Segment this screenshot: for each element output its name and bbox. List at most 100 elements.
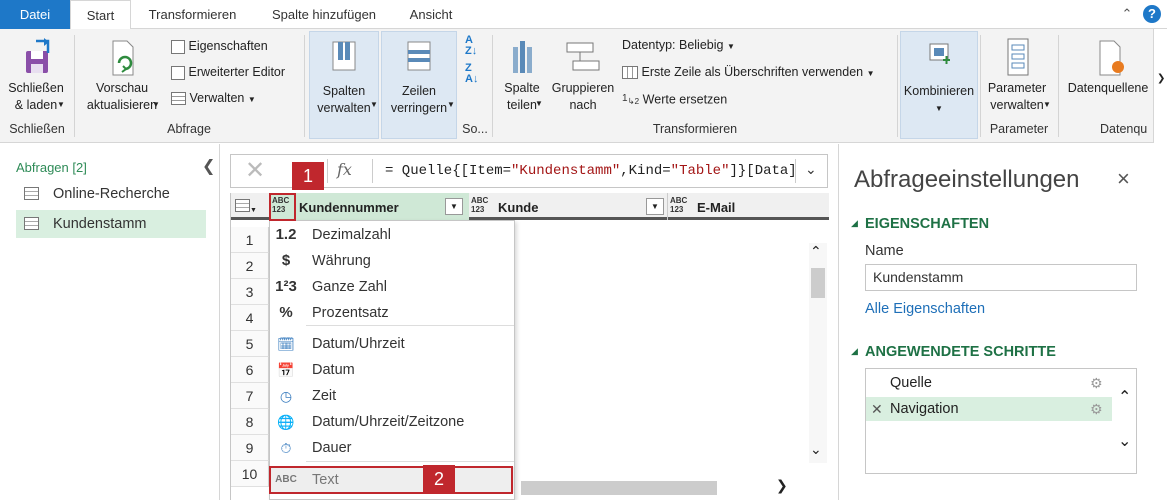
dropdown-arrow-icon: ▼: [1043, 100, 1051, 109]
name-input[interactable]: Kundenstamm: [865, 264, 1137, 291]
datatype-menu: 1.2 Dezimalzahl $ Währung 1²3 Ganze Zahl% Proz…: [269, 220, 515, 500]
ribbon-scroll[interactable]: ❯: [1153, 29, 1167, 143]
column-header-kunde[interactable]: ABC 123 Kunde ▼: [469, 193, 667, 220]
row-number[interactable]: 9: [231, 435, 269, 461]
type-icon[interactable]: ABC 123: [670, 196, 687, 214]
split-column-button[interactable]: Spalte teilen ▼: [497, 37, 547, 117]
chevron-right-icon[interactable]: ❯: [776, 477, 788, 494]
step-item-selected[interactable]: ✕ Navigation ⚙: [866, 397, 1112, 421]
collapse-ribbon-icon[interactable]: ⌃: [1118, 5, 1136, 23]
option-label: Dauer: [312, 440, 352, 456]
datatype-option[interactable]: 📅 Datum: [270, 357, 514, 383]
dropdown-arrow-icon: ▼: [866, 69, 875, 78]
collapse-pane-icon[interactable]: ❮: [202, 156, 215, 176]
query-item-kundenstamm[interactable]: Kundenstamm: [16, 210, 206, 238]
chevron-up-icon[interactable]: ⌃: [1118, 387, 1131, 407]
row-number[interactable]: 6: [231, 357, 269, 383]
datatype-option[interactable]: 1.2 Dezimalzahl: [270, 222, 514, 248]
datatype-option[interactable]: 🗓 Datum/Uhrzeit: [270, 331, 514, 357]
row-number[interactable]: 4: [231, 305, 269, 331]
tab-file[interactable]: Datei: [0, 0, 70, 29]
split-column-icon: [513, 41, 532, 73]
replace-values-button[interactable]: 1↳2 Werte ersetzen: [622, 90, 727, 110]
formula-input[interactable]: = Quelle{[Item="Kundenstamm",Kind="Table…: [385, 163, 797, 179]
chevron-up-icon[interactable]: ⌃: [810, 243, 822, 260]
tab-start[interactable]: Start: [70, 0, 131, 30]
column-header-email[interactable]: ABC 123 E-Mail: [667, 193, 829, 220]
query-item-online-recherche[interactable]: Online-Recherche: [16, 180, 206, 208]
filter-dropdown-icon[interactable]: ▼: [646, 198, 664, 215]
formula-mid: ,Kind=: [620, 163, 671, 179]
properties-icon: [171, 39, 185, 54]
datetime-icon: 🗓: [277, 336, 295, 352]
datatype-option[interactable]: ◷ Zeit: [270, 383, 514, 409]
collapse-triangle-icon[interactable]: ◢: [851, 346, 858, 357]
column-name: Kunde: [498, 200, 539, 215]
option-label: Ganze Zahl: [312, 279, 387, 295]
datatype-option[interactable]: 1²3 Ganze Zahl: [270, 274, 514, 300]
manage-columns-button[interactable]: Spalten verwalten ▼: [309, 31, 379, 139]
row-number[interactable]: 3: [231, 279, 269, 305]
combine-button[interactable]: Kombinieren ▼: [900, 31, 978, 139]
gear-icon[interactable]: ⚙: [1090, 371, 1103, 395]
tab-transform[interactable]: Transformieren: [135, 0, 250, 29]
type-icon[interactable]: ABC 123: [471, 196, 488, 214]
tab-add-column[interactable]: Spalte hinzufügen: [258, 0, 390, 29]
filter-dropdown-icon[interactable]: ▼: [445, 198, 463, 215]
row-number[interactable]: 10: [231, 461, 269, 487]
help-icon[interactable]: ?: [1143, 5, 1161, 23]
chevron-down-icon[interactable]: ⌄: [810, 441, 822, 458]
applied-steps-header: ANGEWENDETE SCHRITTE: [865, 344, 1056, 360]
dropdown-arrow-icon: ▼: [370, 100, 378, 109]
datatype-button[interactable]: Datentyp: Beliebig ▼: [622, 36, 735, 56]
expand-formula-icon[interactable]: ⌄: [805, 161, 817, 178]
fx-icon[interactable]: fx: [337, 160, 352, 179]
refresh-preview-button[interactable]: Vorschau aktualisieren ▼: [80, 37, 164, 117]
datatype-option[interactable]: 🌐 Datum/Uhrzeit/Zeitzone: [270, 409, 514, 435]
group-by-button[interactable]: Gruppieren nach: [549, 37, 617, 117]
row-number[interactable]: 1: [231, 227, 269, 253]
datatype-option[interactable]: % Prozentsatz: [270, 300, 514, 326]
sort-descending-button[interactable]: Z A↓: [465, 63, 478, 85]
scroll-thumb[interactable]: [811, 268, 825, 298]
group-transform-label: Transformieren: [652, 122, 738, 136]
row-number[interactable]: 2: [231, 253, 269, 279]
reduce-rows-button[interactable]: Zeilen verringern ▼: [381, 31, 457, 139]
menu-separator: [306, 325, 514, 326]
cancel-formula-icon[interactable]: ✕: [245, 157, 265, 185]
rows-icon: [407, 41, 431, 71]
chevron-down-icon[interactable]: ⌄: [1118, 431, 1131, 451]
formula-string: "Kundenstamm": [511, 163, 621, 179]
column-header-kundennummer[interactable]: ABC 123 Kundennummer ▼: [270, 193, 469, 220]
separator: [1058, 35, 1059, 137]
calendar-icon: 📅: [277, 362, 295, 378]
row-number[interactable]: 5: [231, 331, 269, 357]
dropdown-arrow-icon: ▼: [535, 99, 543, 108]
separator: [304, 35, 305, 137]
step-item[interactable]: Quelle ⚙: [866, 371, 1112, 395]
collapse-triangle-icon[interactable]: ◢: [851, 218, 858, 229]
gear-icon[interactable]: ⚙: [1090, 397, 1103, 421]
ribbon: Schließen & laden ▼ Schließen Vorschau a…: [0, 29, 1167, 143]
datatype-option[interactable]: $ Währung: [270, 248, 514, 274]
manage-button[interactable]: Verwalten ▼: [171, 89, 256, 109]
first-row-header-label: Erste Zeile als Überschriften verwenden: [641, 65, 864, 79]
all-properties-link[interactable]: Alle Eigenschaften: [865, 301, 985, 317]
delete-step-icon[interactable]: ✕: [871, 397, 883, 421]
tab-view[interactable]: Ansicht: [395, 0, 467, 29]
manage-parameters-button[interactable]: Parameter verwalten ▼: [982, 37, 1052, 117]
first-row-header-button[interactable]: Erste Zeile als Überschriften verwenden …: [622, 63, 875, 83]
close-icon[interactable]: ×: [1117, 166, 1130, 192]
close-load-button[interactable]: Schließen & laden ▼: [4, 37, 68, 117]
sort-ascending-button[interactable]: A Z↓: [465, 35, 477, 57]
data-source-button[interactable]: Datenquellene: [1062, 37, 1154, 117]
vertical-scrollbar[interactable]: ⌃ ⌄: [809, 243, 827, 463]
advanced-editor-button[interactable]: Erweiterter Editor: [171, 63, 285, 81]
manage-columns-label: Spalten verwalten: [317, 84, 371, 115]
row-number[interactable]: 8: [231, 409, 269, 435]
row-number[interactable]: 7: [231, 383, 269, 409]
datatype-option[interactable]: ⏱ Dauer: [270, 435, 514, 461]
table-menu-icon[interactable]: ▼: [235, 199, 259, 215]
properties-button[interactable]: Eigenschaften: [171, 37, 268, 55]
horizontal-scroll-thumb[interactable]: [521, 481, 717, 495]
